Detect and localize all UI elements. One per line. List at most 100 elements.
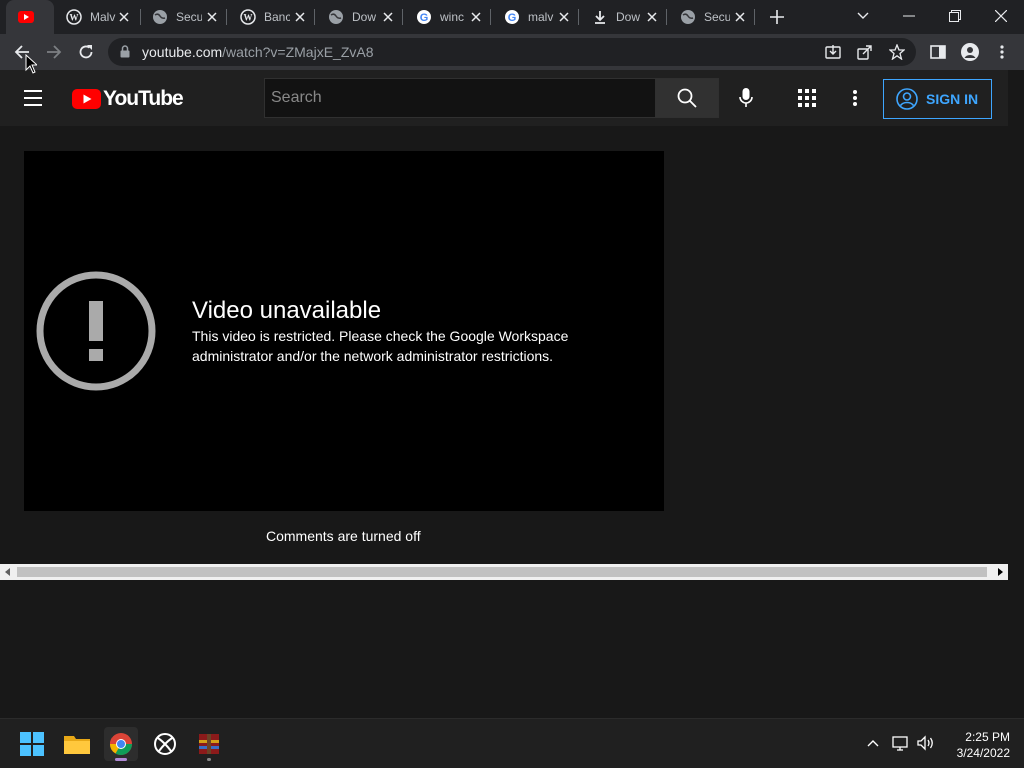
bookmark-star-icon[interactable] bbox=[886, 42, 908, 62]
youtube-icon bbox=[18, 9, 34, 25]
tab-banc[interactable]: W Banc bbox=[228, 0, 314, 34]
account-icon bbox=[896, 88, 918, 110]
wordpress-icon: W bbox=[66, 9, 82, 25]
xbox-icon[interactable] bbox=[148, 727, 182, 761]
error-message: This video is restricted. Please check t… bbox=[192, 328, 569, 364]
logo-text: YouTube bbox=[103, 87, 184, 110]
settings-more-icon[interactable] bbox=[843, 86, 867, 110]
tab-label: Dow bbox=[352, 10, 377, 24]
youtube-logo-icon bbox=[72, 89, 101, 109]
comments-status: Comments are turned off bbox=[266, 528, 421, 544]
profile-icon[interactable] bbox=[958, 40, 982, 64]
winrar-icon[interactable] bbox=[192, 727, 226, 761]
url-host: youtube.com bbox=[142, 44, 223, 60]
address-bar[interactable]: youtube.com/watch?v=ZMajxE_ZvA8 bbox=[108, 38, 916, 66]
horizontal-scrollbar[interactable] bbox=[0, 564, 1008, 580]
forward-button[interactable] bbox=[40, 38, 68, 66]
tab-label: Secu bbox=[704, 10, 730, 24]
svg-text:G: G bbox=[420, 12, 429, 24]
google-icon: G bbox=[504, 9, 520, 25]
globe-icon bbox=[328, 9, 344, 25]
tab-youtube[interactable] bbox=[6, 0, 54, 34]
scroll-right-arrow-icon[interactable] bbox=[992, 564, 1008, 580]
search-icon bbox=[677, 88, 697, 108]
svg-text:W: W bbox=[70, 13, 79, 23]
chrome-menu-icon[interactable] bbox=[990, 40, 1014, 64]
minimize-button[interactable] bbox=[894, 2, 924, 30]
running-indicator bbox=[207, 758, 211, 761]
system-clock[interactable]: 2:25 PM 3/24/2022 bbox=[940, 729, 1010, 761]
tab-label: malv bbox=[528, 10, 554, 24]
close-icon[interactable] bbox=[380, 9, 396, 25]
lock-icon bbox=[120, 45, 130, 63]
windows-logo-icon bbox=[20, 732, 44, 756]
page-background bbox=[0, 580, 1024, 718]
svg-text:W: W bbox=[244, 13, 253, 23]
svg-text:G: G bbox=[508, 12, 517, 24]
chevron-up-icon[interactable] bbox=[863, 733, 883, 753]
close-window-button[interactable] bbox=[986, 2, 1016, 30]
windows-taskbar: 2:25 PM 3/24/2022 bbox=[0, 718, 1024, 768]
vertical-scrollbar[interactable] bbox=[1008, 126, 1024, 580]
video-player[interactable]: Video unavailable This video is restrict… bbox=[24, 151, 664, 511]
close-icon[interactable] bbox=[116, 9, 132, 25]
side-panel-icon[interactable] bbox=[926, 40, 950, 64]
tab-label: Banc bbox=[264, 10, 290, 24]
url-path: /watch?v=ZMajxE_ZvA8 bbox=[222, 44, 374, 60]
google-icon: G bbox=[416, 9, 432, 25]
scroll-left-arrow-icon[interactable] bbox=[0, 564, 16, 580]
apps-grid-icon[interactable] bbox=[795, 86, 819, 110]
tab-malv[interactable]: W Malv bbox=[54, 0, 138, 34]
browser-tab-strip: W Malv Secu W Banc Dow G winc G malv Dow… bbox=[0, 0, 1024, 34]
tab-secu-2[interactable]: Secu bbox=[668, 0, 754, 34]
clock-date: 3/24/2022 bbox=[956, 746, 1010, 760]
error-title: Video unavailable bbox=[192, 297, 382, 324]
new-tab-button[interactable] bbox=[766, 6, 788, 28]
close-icon[interactable] bbox=[644, 9, 660, 25]
file-explorer-icon[interactable] bbox=[60, 727, 94, 761]
globe-icon bbox=[152, 9, 168, 25]
start-button[interactable] bbox=[15, 727, 49, 761]
share-icon[interactable] bbox=[854, 42, 876, 62]
restore-button[interactable] bbox=[940, 2, 970, 30]
scrollbar-thumb[interactable] bbox=[17, 567, 987, 577]
install-app-icon[interactable] bbox=[822, 42, 844, 62]
close-icon[interactable] bbox=[732, 9, 748, 25]
tab-label: Malv bbox=[90, 10, 116, 24]
search-box bbox=[264, 78, 655, 118]
close-icon[interactable] bbox=[556, 9, 572, 25]
reload-button[interactable] bbox=[72, 38, 100, 66]
sign-in-button[interactable]: SIGN IN bbox=[883, 79, 992, 119]
browser-toolbar: youtube.com/watch?v=ZMajxE_ZvA8 bbox=[0, 34, 1024, 70]
volume-icon[interactable] bbox=[916, 733, 936, 753]
tab-malv-2[interactable]: G malv bbox=[492, 0, 578, 34]
microphone-icon[interactable] bbox=[734, 86, 758, 110]
globe-icon bbox=[680, 9, 696, 25]
alert-icon bbox=[36, 271, 156, 396]
network-icon[interactable] bbox=[891, 733, 911, 753]
search-input[interactable] bbox=[265, 79, 655, 117]
close-icon[interactable] bbox=[468, 9, 484, 25]
mouse-cursor-icon bbox=[25, 54, 37, 74]
url-text: youtube.com/watch?v=ZMajxE_ZvA8 bbox=[142, 44, 374, 60]
youtube-logo[interactable]: YouTube bbox=[72, 87, 184, 111]
close-icon[interactable] bbox=[204, 9, 220, 25]
tab-secu[interactable]: Secu bbox=[140, 0, 226, 34]
tab-dow-2[interactable]: Dow bbox=[580, 0, 666, 34]
sign-in-label: SIGN IN bbox=[926, 91, 979, 107]
tab-dow[interactable]: Dow bbox=[316, 0, 402, 34]
download-icon bbox=[592, 9, 608, 25]
tab-label: Secu bbox=[176, 10, 202, 24]
tab-label: winc bbox=[440, 10, 465, 24]
tab-search-button[interactable] bbox=[848, 2, 878, 30]
youtube-masthead: YouTube SIGN IN bbox=[0, 70, 1008, 126]
tab-label: Dow bbox=[616, 10, 641, 24]
tab-winc[interactable]: G winc bbox=[404, 0, 490, 34]
active-indicator bbox=[115, 758, 127, 761]
chrome-taskbar-icon[interactable] bbox=[104, 727, 138, 761]
clock-time: 2:25 PM bbox=[965, 730, 1010, 744]
hamburger-menu-icon[interactable] bbox=[24, 86, 48, 110]
search-button[interactable] bbox=[655, 78, 719, 118]
wordpress-icon: W bbox=[240, 9, 256, 25]
close-icon[interactable] bbox=[292, 9, 308, 25]
